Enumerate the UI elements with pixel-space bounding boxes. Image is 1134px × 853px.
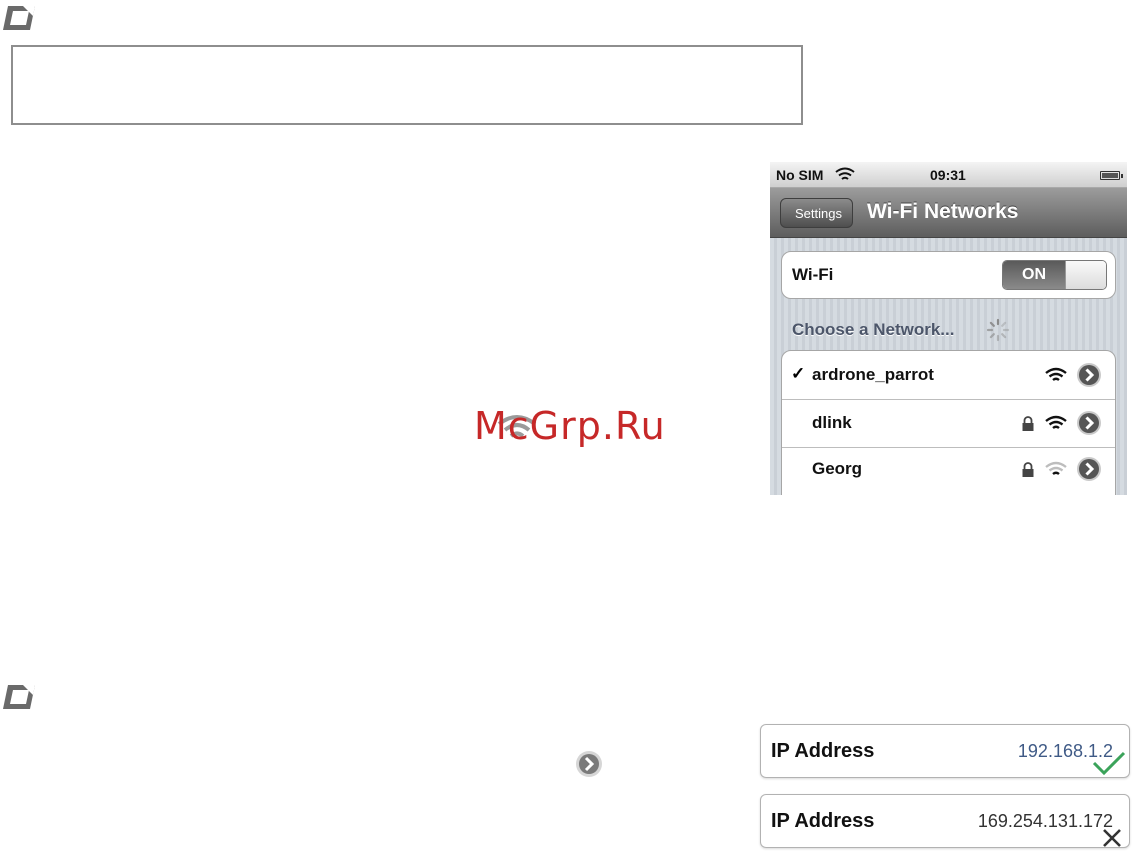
ip-address-valid: IP Address 192.168.1.2 — [760, 724, 1130, 778]
status-bar: No SIM 09:31 — [770, 162, 1127, 188]
check-icon — [1092, 751, 1126, 776]
toggle-on-label: ON — [1003, 261, 1065, 289]
network-row-dlink[interactable]: dlink — [782, 399, 1115, 448]
network-name: dlink — [812, 413, 852, 432]
page-title: Wi-Fi Networks — [867, 200, 1019, 223]
wifi-signal-icon — [1045, 415, 1067, 429]
toggle-knob — [1065, 261, 1106, 289]
section-marker-icon — [3, 6, 35, 30]
wifi-signal-icon — [1045, 367, 1067, 381]
lock-icon — [1022, 416, 1034, 431]
network-name: ardrone_parrot — [812, 365, 934, 384]
battery-icon — [1100, 171, 1123, 180]
clock: 09:31 — [930, 167, 966, 183]
ip-label: IP Address — [771, 740, 875, 762]
network-name: Georg — [812, 459, 863, 478]
note-box — [11, 45, 803, 125]
choose-network-label: Choose a Network... — [792, 320, 955, 339]
disclosure-button-icon[interactable] — [1076, 362, 1102, 388]
settings-back-button[interactable]: Settings — [780, 198, 853, 228]
ip-address-invalid: IP Address 169.254.131.172 — [760, 794, 1130, 848]
back-button-label: Settings — [795, 206, 842, 221]
disclosure-button-icon[interactable] — [1076, 410, 1102, 436]
network-list: ✓ ardrone_parrot dlink Georg — [781, 350, 1116, 495]
selected-check-icon: ✓ — [791, 364, 806, 383]
network-row-georg[interactable]: Georg — [782, 447, 1115, 495]
wifi-toggle[interactable]: ON — [1002, 260, 1107, 290]
wifi-signal-weak-icon — [1045, 461, 1067, 475]
carrier-label: No SIM — [776, 167, 824, 183]
navigation-bar: Settings Wi-Fi Networks — [770, 188, 1127, 238]
section-marker-icon — [3, 685, 35, 709]
cross-icon — [1103, 829, 1121, 847]
watermark: McGrp.Ru — [474, 404, 666, 448]
phone-screen: No SIM 09:31 Settings Wi-Fi Networks Wi-… — [770, 162, 1127, 495]
lock-icon — [1022, 462, 1034, 477]
disclosure-button-icon[interactable] — [1076, 456, 1102, 482]
ip-label: IP Address — [771, 810, 875, 832]
loading-spinner-icon — [986, 318, 1010, 342]
disclosure-icon — [576, 751, 602, 777]
wifi-signal-icon — [835, 167, 855, 180]
wifi-toggle-row: Wi-Fi ON — [781, 251, 1116, 299]
ip-value: 169.254.131.172 — [977, 811, 1113, 831]
wifi-label: Wi-Fi — [792, 265, 834, 284]
network-row-ardrone-parrot[interactable]: ✓ ardrone_parrot — [782, 351, 1115, 400]
